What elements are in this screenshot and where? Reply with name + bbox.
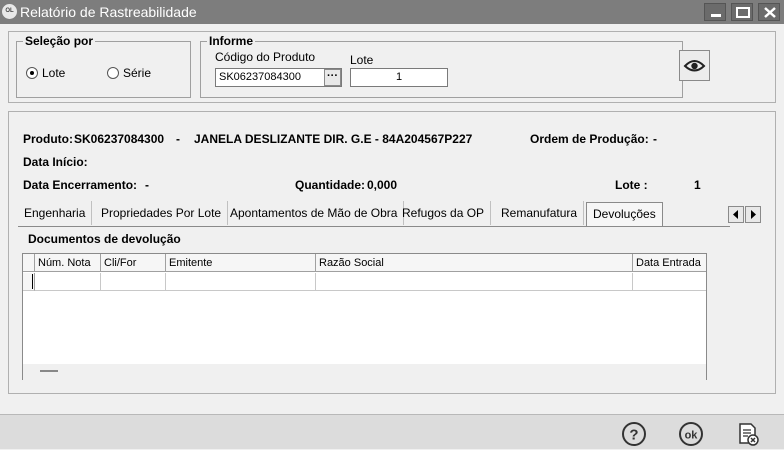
grid-row-indicator-header — [23, 254, 35, 272]
grid-footer-bar — [40, 370, 58, 372]
tab-devolucoes[interactable]: Devoluções — [586, 202, 663, 226]
grid-cell[interactable] — [101, 273, 166, 291]
ok-icon: ok — [679, 422, 703, 446]
cancel-report-icon — [739, 423, 759, 446]
codigo-produto-input[interactable]: SK06237084300 — [215, 68, 342, 87]
produto-dash: - — [176, 132, 180, 146]
col-data-entrada[interactable]: Data Entrada — [633, 254, 706, 272]
app-logo-icon: OL — [2, 4, 17, 19]
radio-serie[interactable]: Série — [107, 66, 151, 80]
maximize-button[interactable] — [731, 3, 753, 21]
tab-refugos[interactable]: Refugos da OP — [396, 201, 492, 225]
help-glyph: ? — [629, 427, 638, 444]
quantidade-label: Quantidade: — [295, 178, 366, 192]
maximize-icon — [736, 7, 750, 18]
minimize-button[interactable] — [704, 3, 726, 21]
lote-input[interactable]: 1 — [350, 68, 448, 87]
lote-detail-label: Lote : — [615, 178, 648, 192]
codigo-produto-value: SK06237084300 — [219, 71, 301, 83]
devolucoes-grid[interactable]: Núm. Nota Cli/For Emitente Razão Social … — [22, 253, 707, 380]
tab-remanufatura[interactable]: Remanufatura — [495, 201, 585, 225]
radio-serie-label: Série — [123, 66, 152, 80]
grid-footer — [23, 364, 706, 380]
eye-icon — [683, 60, 706, 72]
browse-produto-button[interactable]: ··· — [324, 69, 341, 86]
ordem-producao-label: Ordem de Produção: — [530, 132, 649, 146]
close-icon — [764, 7, 776, 18]
grid-cell[interactable] — [35, 273, 101, 291]
lote-input-label: Lote — [350, 53, 374, 67]
view-report-button[interactable] — [679, 50, 710, 81]
window-title: Relatório de Rastreabilidade — [20, 4, 197, 20]
grid-header: Núm. Nota Cli/For Emitente Razão Social … — [23, 254, 706, 272]
cancel-report-button[interactable] — [735, 421, 761, 447]
tab-divider — [18, 226, 730, 227]
radio-lote-indicator[interactable] — [26, 67, 38, 79]
col-emitente[interactable]: Emitente — [166, 254, 316, 272]
tab-apontamentos[interactable]: Apontamentos de Mão de Obra — [224, 201, 405, 225]
ok-glyph: ok — [685, 430, 699, 442]
produto-value: SK06237084300 — [74, 132, 165, 146]
lote-detail-value: 1 — [694, 178, 701, 192]
quantidade-value: 0,000 — [367, 178, 398, 192]
codigo-produto-label: Código do Produto — [215, 50, 316, 64]
grid-cell[interactable] — [166, 273, 316, 291]
selecao-group: Seleção por Lote Série — [16, 34, 191, 98]
selecao-legend: Seleção por — [23, 34, 96, 48]
report-window: OL Relatório de Rastreabilidade Seleção … — [0, 0, 784, 449]
chevron-right-icon — [751, 210, 756, 219]
filter-panel: Seleção por Lote Série Informe Código do… — [8, 31, 776, 103]
data-encerramento-value: - — [145, 178, 149, 192]
section-title: Documentos de devolução — [28, 232, 181, 246]
col-num-nota[interactable]: Núm. Nota — [35, 254, 101, 272]
minimize-icon — [711, 14, 721, 17]
grid-row-indicator[interactable] — [23, 273, 35, 291]
informe-group: Informe Código do Produto SK06237084300 … — [200, 34, 683, 98]
grid-cell[interactable] — [633, 273, 706, 291]
radio-lote-label: Lote — [42, 66, 66, 80]
col-razao-social[interactable]: Razão Social — [316, 254, 633, 272]
title-bar[interactable]: OL Relatório de Rastreabilidade — [0, 0, 784, 24]
close-button[interactable] — [758, 3, 780, 21]
data-inicio-label: Data Início: — [23, 155, 88, 169]
chevron-left-icon — [733, 210, 738, 219]
lote-input-value: 1 — [395, 71, 403, 83]
browse-ellipsis-icon: ··· — [327, 70, 338, 82]
ordem-producao-value: - — [653, 132, 657, 146]
tab-propriedades-por-lote[interactable]: Propriedades Por Lote — [95, 201, 229, 225]
tab-engenharia[interactable]: Engenharia — [18, 201, 93, 225]
ok-button[interactable]: ok — [678, 421, 704, 447]
data-encerramento-label: Data Encerramento: — [23, 178, 138, 192]
grid-cell[interactable] — [316, 273, 633, 291]
help-icon: ? — [622, 422, 646, 446]
produto-label: Produto: — [23, 132, 73, 146]
footer-bar: ? ok — [0, 414, 784, 449]
col-cli-for[interactable]: Cli/For — [101, 254, 166, 272]
tab-scroll-left[interactable] — [728, 206, 744, 223]
radio-serie-indicator[interactable] — [107, 67, 119, 79]
help-button[interactable]: ? — [621, 421, 647, 447]
informe-legend: Informe — [207, 34, 256, 48]
produto-description: JANELA DESLIZANTE DIR. G.E - 84A204567P2… — [194, 132, 473, 146]
tab-scroll-right[interactable] — [745, 206, 761, 223]
radio-lote[interactable]: Lote — [26, 66, 65, 80]
